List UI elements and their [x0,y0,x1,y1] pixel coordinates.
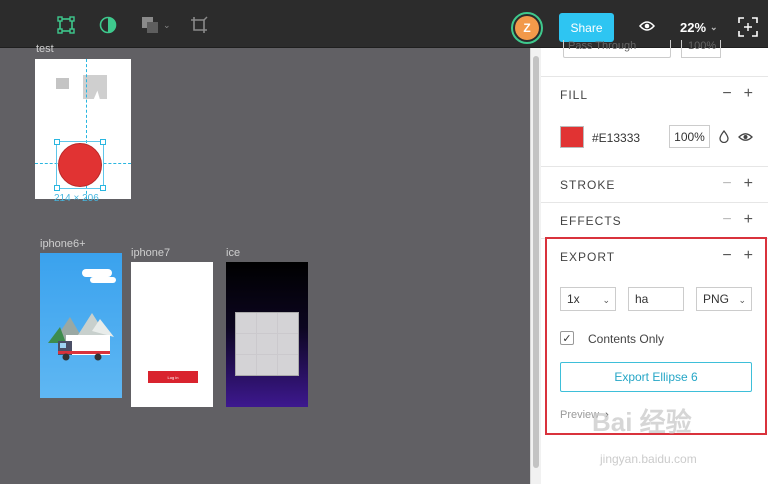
fill-color-swatch[interactable] [560,126,584,148]
artboard-iphone6plus[interactable] [40,253,122,398]
fit-screen-icon[interactable] [738,17,758,37]
resize-handle[interactable] [54,139,60,145]
boolean-ops-icon[interactable] [141,16,159,34]
login-button-mock: Log in [148,371,198,383]
stroke-section: STROKE − + [541,167,768,203]
baidu-watermark-url: jingyan.baidu.com [600,452,697,466]
artboard-label-test[interactable]: test [36,43,54,55]
artboard-ice[interactable] [226,262,308,407]
resize-handle[interactable] [54,185,60,191]
ellipse-6[interactable] [58,143,102,187]
artboard-label-iphone7[interactable]: iphone7 [131,247,170,259]
placeholder-rect [56,78,69,89]
baidu-watermark: Bai 经验 [592,407,692,437]
frame-tool-icon[interactable] [57,16,75,34]
artboard-label-ice[interactable]: ice [226,247,240,259]
resize-handle[interactable] [100,139,106,145]
truck-illustration-icon [48,313,114,361]
chevron-down-icon: ⌄ [710,22,718,32]
effects-title: EFFECTS [560,214,622,228]
preview-eye-icon[interactable] [639,20,655,32]
blend-mode-select[interactable]: Pass Through [563,40,671,58]
stroke-title: STROKE [560,178,616,192]
zoom-dropdown[interactable]: 22% ⌄ [680,20,718,35]
cloud-shape [90,277,116,283]
cloud-shape [82,269,112,277]
blend-section: Pass Through 100% [541,40,768,77]
artboard-label-iphone6plus[interactable]: iphone6+ [40,238,86,250]
image-grid-placeholder [235,312,299,376]
resize-handle[interactable] [100,185,106,191]
fill-remove-button[interactable]: − [722,86,731,102]
effects-add-button[interactable]: + [744,212,753,228]
layer-opacity-input[interactable]: 100% [681,40,721,58]
artboard-iphone7[interactable]: Log in [131,262,213,407]
scrollbar-thumb[interactable] [533,56,539,468]
stroke-remove-button[interactable]: − [722,176,731,192]
selection-box[interactable] [54,139,106,191]
stroke-add-button[interactable]: + [744,176,753,192]
design-canvas[interactable]: test 214 × 206 iphone6+ iphone7 Log in i… [0,43,530,484]
zoom-value: 22% [680,20,707,35]
fill-opacity-input[interactable]: 100% [669,125,710,148]
user-avatar[interactable]: Z [511,12,543,44]
fill-title: FILL [560,88,589,102]
fill-add-button[interactable]: + [744,86,753,102]
canvas-scrollbar[interactable] [530,48,541,484]
selection-dimension-label: 214 × 206 [54,193,99,204]
share-button[interactable]: Share [559,13,614,42]
fill-visibility-eye-icon[interactable] [738,132,753,142]
fill-section: FILL − + [541,77,768,167]
blend-drop-icon[interactable] [719,130,729,143]
avatar-initial: Z [515,16,539,40]
boolean-dropdown-caret-icon[interactable]: ⌄ [163,20,171,31]
fill-hex-value[interactable]: #E13333 [592,131,640,145]
contrast-icon[interactable] [99,16,117,34]
effects-section: EFFECTS − + [541,203,768,239]
artboard-test[interactable] [35,59,131,199]
crop-icon[interactable] [190,16,208,34]
effects-remove-button[interactable]: − [722,212,731,228]
